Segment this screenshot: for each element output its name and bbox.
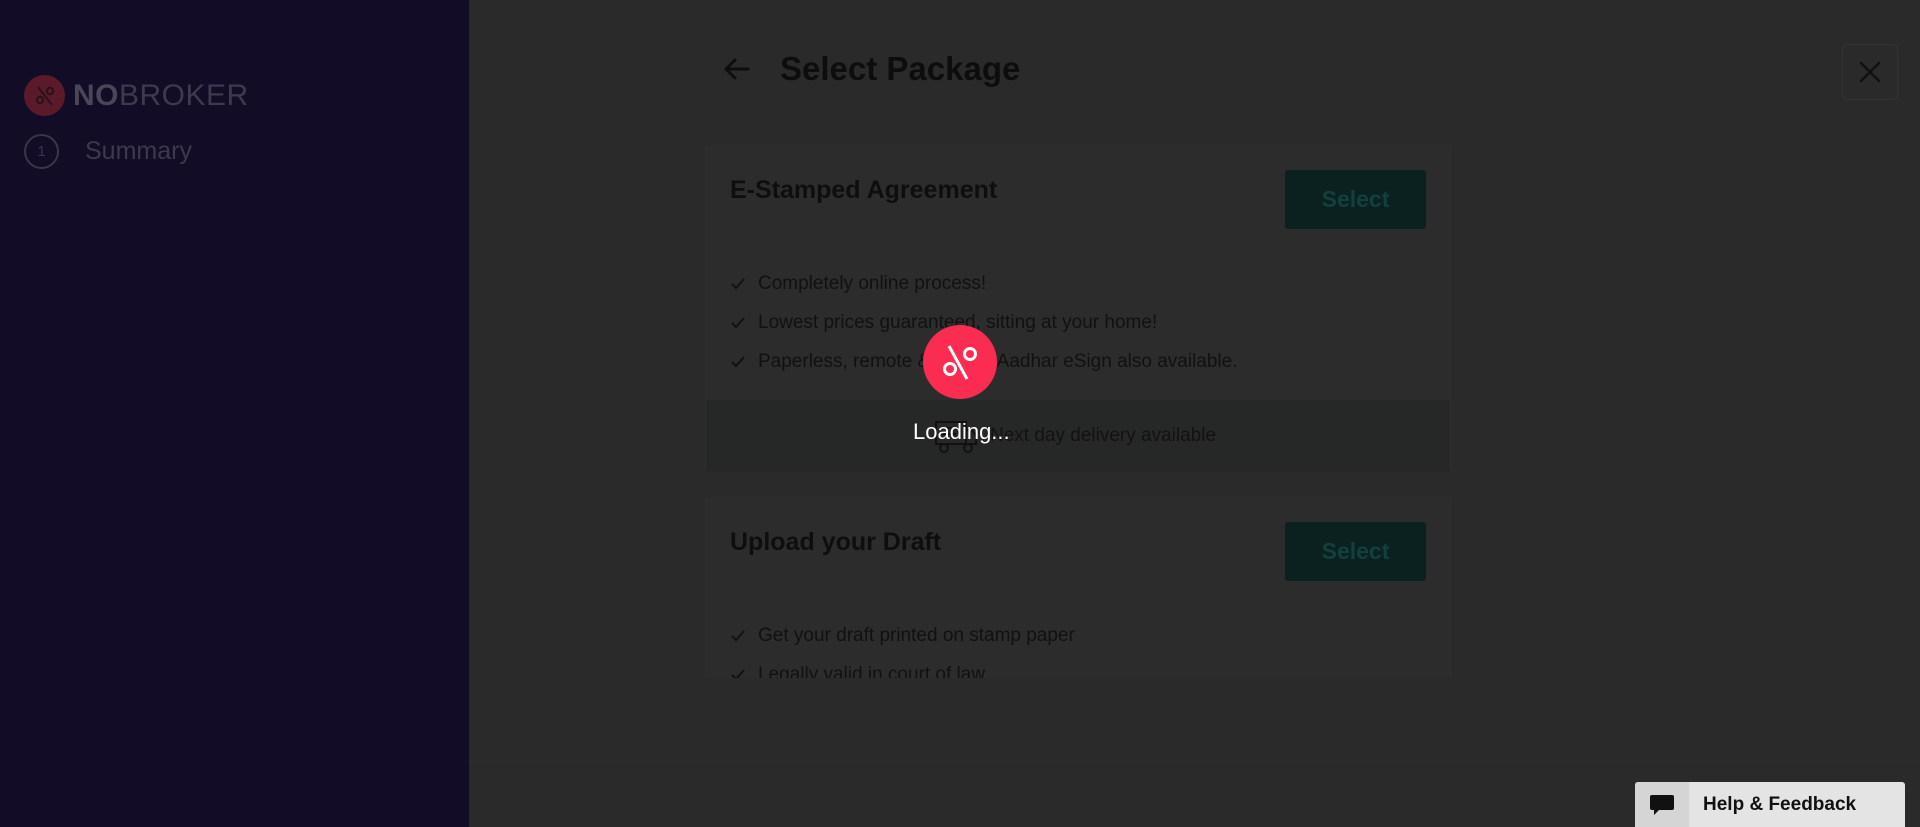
- page-title: Select Package: [780, 50, 1021, 87]
- chat-bubble-icon: [1635, 782, 1689, 827]
- package-list[interactable]: E-Stamped Agreement Select Completely on…: [705, 145, 1451, 678]
- feature-text: Paperless, remote & secure Aadhar eSign …: [758, 350, 1238, 372]
- check-icon: [731, 668, 745, 678]
- help-feedback-button[interactable]: Help & Feedback: [1635, 782, 1905, 827]
- main-panel: Select Package E-Stamped Agreement Selec…: [469, 0, 1920, 827]
- list-item: Completely online process!: [730, 264, 1238, 303]
- close-button[interactable]: [1842, 44, 1898, 100]
- step-label: Summary: [85, 137, 192, 165]
- help-label: Help & Feedback: [1703, 793, 1857, 815]
- check-icon: [731, 277, 745, 289]
- feature-text: Completely online process!: [758, 272, 987, 294]
- package-card-upload-draft: Upload your Draft Select Get your draft …: [705, 497, 1451, 678]
- loading-spinner: [923, 325, 997, 399]
- back-arrow-icon[interactable]: [718, 51, 754, 87]
- select-upload-draft-button[interactable]: Select: [1285, 522, 1426, 581]
- percent-logo-icon: [24, 75, 65, 116]
- logo-text: NOBROKER: [73, 78, 249, 112]
- feature-text: Get your draft printed on stamp paper: [758, 624, 1075, 646]
- list-item: Legally valid in court of law: [730, 655, 1075, 678]
- step-number: 1: [24, 134, 59, 169]
- feature-text: Legally valid in court of law: [758, 663, 986, 679]
- close-icon: [1859, 61, 1881, 83]
- package-title: Upload your Draft: [730, 528, 942, 556]
- nobroker-logo[interactable]: NOBROKER: [24, 75, 249, 116]
- sidebar: NOBROKER 1 Summary: [0, 0, 469, 827]
- delivery-banner: Next day delivery available: [706, 400, 1450, 472]
- check-icon: [731, 629, 745, 641]
- sidebar-step-summary[interactable]: 1 Summary: [24, 134, 192, 169]
- check-icon: [731, 355, 745, 367]
- check-icon: [731, 316, 745, 328]
- package-card-estamped: E-Stamped Agreement Select Completely on…: [705, 145, 1451, 472]
- package-title: E-Stamped Agreement: [730, 176, 998, 204]
- page-header: Select Package: [718, 50, 1020, 88]
- loading-text: Loading...: [913, 419, 1010, 444]
- feature-list: Get your draft printed on stamp paper Le…: [730, 616, 1075, 678]
- delivery-text: Next day delivery available: [990, 425, 1217, 446]
- select-estamped-button[interactable]: Select: [1285, 170, 1426, 229]
- percent-icon: [943, 345, 977, 380]
- footer-divider: [469, 761, 1920, 762]
- list-item: Get your draft printed on stamp paper: [730, 616, 1075, 655]
